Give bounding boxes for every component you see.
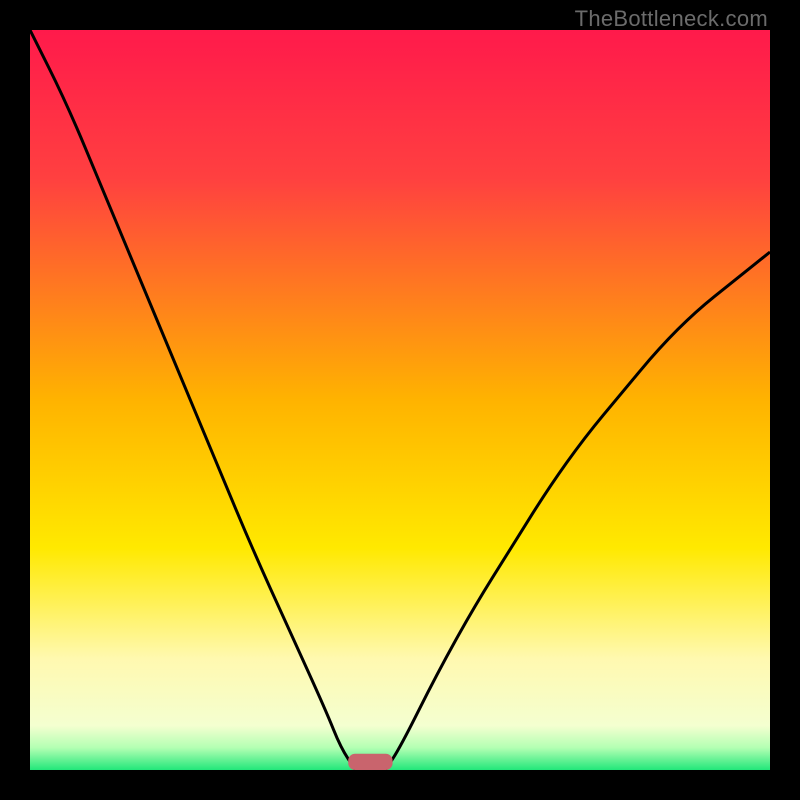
chart-svg [30,30,770,770]
bottleneck-marker [348,754,392,770]
gradient-background [30,30,770,770]
watermark-text: TheBottleneck.com [575,6,768,32]
chart-frame: TheBottleneck.com [0,0,800,800]
plot-area [30,30,770,770]
